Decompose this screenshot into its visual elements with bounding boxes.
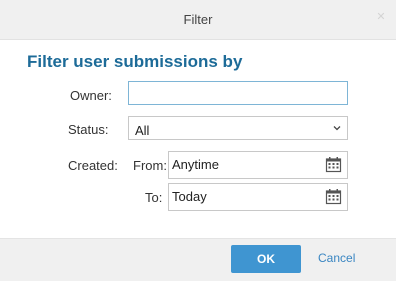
- calendar-icon[interactable]: [325, 156, 342, 173]
- close-icon[interactable]: ✕: [375, 11, 387, 23]
- page-title: Filter user submissions by: [27, 52, 243, 71]
- status-selected-value: All: [135, 123, 150, 138]
- status-label: Status:: [68, 122, 109, 137]
- owner-label: Owner:: [70, 88, 112, 103]
- from-label: From:: [133, 158, 167, 173]
- created-to-field[interactable]: Today: [168, 183, 348, 211]
- cancel-button[interactable]: Cancel: [318, 251, 355, 265]
- chevron-down-icon: [333, 126, 341, 131]
- dialog-header: Filter ✕: [0, 0, 396, 40]
- created-to-value: Today: [172, 189, 207, 204]
- created-from-field[interactable]: Anytime: [168, 151, 348, 179]
- calendar-icon[interactable]: [325, 188, 342, 205]
- created-from-value: Anytime: [172, 157, 219, 172]
- created-label: Created:: [68, 158, 118, 173]
- status-select[interactable]: All: [128, 116, 348, 140]
- ok-button[interactable]: OK: [231, 245, 301, 273]
- dialog-footer: OK Cancel: [0, 238, 396, 281]
- dialog-title: Filter: [183, 12, 213, 27]
- to-label: To:: [145, 190, 163, 205]
- owner-input[interactable]: [128, 81, 348, 105]
